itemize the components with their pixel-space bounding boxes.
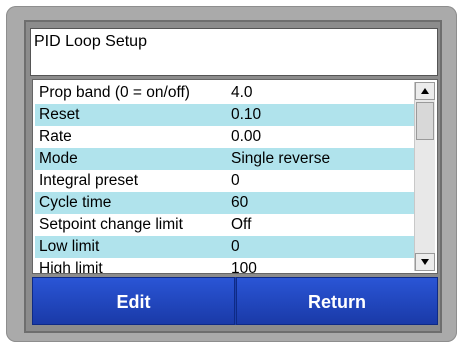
settings-row-label: Setpoint change limit [39,216,183,233]
settings-row-label: Integral preset [39,172,139,189]
settings-row-low-limit[interactable]: Low limit 0 [35,236,415,258]
settings-list[interactable]: Prop band (0 = on/off) 4.0 Reset 0.10 Ra… [32,79,438,274]
scroll-up-button[interactable] [415,82,435,100]
settings-row-value: 0 [231,238,240,255]
settings-row-value: 4.0 [231,84,253,101]
return-button[interactable]: Return [236,277,438,325]
settings-row-label: Prop band (0 = on/off) [39,84,190,101]
settings-row-setpoint-change-limit[interactable]: Setpoint change limit Off [35,214,415,236]
settings-row-mode[interactable]: Mode Single reverse [35,148,415,170]
title-panel: PID Loop Setup [30,28,438,76]
settings-row-label: Rate [39,128,72,145]
scroll-thumb[interactable] [416,102,434,140]
settings-row-value: 60 [231,194,249,211]
settings-row-prop-band[interactable]: Prop band (0 = on/off) 4.0 [35,82,415,104]
settings-row-value: 100 [231,260,257,274]
settings-row-label: Cycle time [39,194,112,211]
settings-row-value: 0 [231,172,240,189]
button-bar: Edit Return [32,277,438,325]
scroll-down-button[interactable] [415,253,435,271]
settings-row-label: Mode [39,150,78,167]
settings-row-value: Single reverse [231,150,331,167]
triangle-down-icon [421,259,429,265]
settings-row-rate[interactable]: Rate 0.00 [35,126,415,148]
triangle-up-icon [421,88,429,94]
settings-row-integral-preset[interactable]: Integral preset 0 [35,170,415,192]
settings-row-reset[interactable]: Reset 0.10 [35,104,415,126]
settings-row-high-limit[interactable]: High limit 100 [35,258,415,274]
settings-row-value: 0.00 [231,128,262,145]
edit-button[interactable]: Edit [32,277,235,325]
settings-row-label: Reset [39,106,80,123]
settings-row-value: Off [231,216,252,233]
settings-row-cycle-time[interactable]: Cycle time 60 [35,192,415,214]
settings-row-label: Low limit [39,238,100,255]
settings-row-label: High limit [39,260,103,274]
settings-row-value: 0.10 [231,106,262,123]
page-title: PID Loop Setup [34,33,147,50]
vertical-scrollbar[interactable] [414,82,435,271]
